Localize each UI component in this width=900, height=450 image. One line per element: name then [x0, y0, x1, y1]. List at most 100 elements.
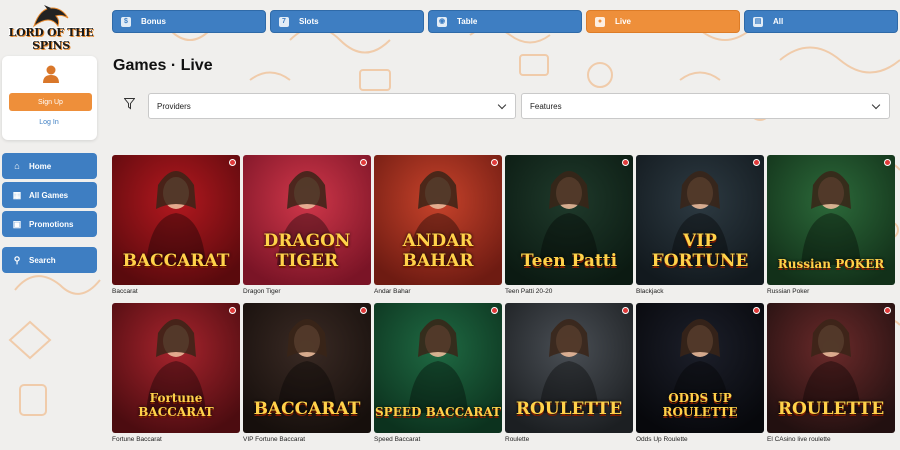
tab-table[interactable]: ◉ Table	[428, 10, 582, 33]
tab-slots[interactable]: 7 Slots	[270, 10, 424, 33]
game-tile[interactable]: BACCARAT VIP Fortune Baccarat	[243, 303, 371, 443]
logo-text: LORD OF THE SPINS	[8, 26, 94, 52]
live-indicator-icon	[622, 307, 629, 314]
game-art-title: Teen Patti	[520, 251, 618, 271]
game-art-title: DRAGON TIGER	[263, 231, 351, 271]
game-art-title: BACCARAT	[122, 251, 230, 271]
game-thumbnail[interactable]: Teen Patti	[505, 155, 633, 285]
sidebar-item-search[interactable]: ⚲ Search	[2, 247, 97, 273]
tab-label: Live	[615, 17, 632, 26]
game-art-title: ROULETTE	[777, 399, 885, 419]
game-thumbnail[interactable]: DRAGON TIGER	[243, 155, 371, 285]
features-select[interactable]: Features	[521, 93, 890, 119]
game-tile[interactable]: SPEED BACCARAT Speed Baccarat	[374, 303, 502, 443]
features-select-label: Features	[530, 101, 562, 111]
live-indicator-icon	[622, 159, 629, 166]
providers-select[interactable]: Providers	[148, 93, 516, 119]
signup-button[interactable]: Sign Up	[9, 93, 92, 111]
tab-label: Slots	[299, 17, 319, 26]
game-tile[interactable]: Fortune BACCARAT Fortune Baccarat	[112, 303, 240, 443]
site-logo[interactable]: LORD OF THE SPINS	[4, 4, 98, 52]
filter-icon[interactable]	[124, 98, 135, 110]
all-icon: ▤	[753, 16, 763, 27]
live-indicator-icon	[753, 159, 760, 166]
user-card: Sign Up	[2, 56, 97, 140]
game-art-title: BACCARAT	[253, 399, 361, 419]
game-name[interactable]: El CAsino live roulette	[767, 436, 895, 443]
live-indicator-icon	[491, 159, 498, 166]
game-thumbnail[interactable]: SPEED BACCARAT	[374, 303, 502, 433]
live-indicator-icon	[753, 307, 760, 314]
chevron-down-icon	[497, 100, 507, 110]
game-tile[interactable]: BACCARAT Baccarat	[112, 155, 240, 295]
game-art-title: SPEED BACCARAT	[375, 405, 501, 419]
game-thumbnail[interactable]: ROULETTE	[505, 303, 633, 433]
sidebar-item-all-games[interactable]: ▦ All Games	[2, 182, 97, 208]
search-icon: ⚲	[13, 254, 21, 265]
game-tile[interactable]: ROULETTE El CAsino live roulette	[767, 303, 895, 443]
game-tile[interactable]: ROULETTE Roulette	[505, 303, 633, 443]
game-art-title: VIP FORTUNE	[651, 231, 749, 271]
game-thumbnail[interactable]: ROULETTE	[767, 303, 895, 433]
game-thumbnail[interactable]: Fortune BACCARAT	[112, 303, 240, 433]
category-nav: $ Bonus 7 Slots ◉ Table ● Live ▤ All	[112, 10, 898, 33]
game-name[interactable]: Speed Baccarat	[374, 436, 502, 443]
game-name[interactable]: Baccarat	[112, 288, 240, 295]
table-icon: ◉	[437, 16, 447, 27]
game-name[interactable]: Fortune Baccarat	[112, 436, 240, 443]
game-name[interactable]: Blackjack	[636, 288, 764, 295]
tab-label: Table	[457, 17, 478, 26]
sidebar-item-label: Search	[29, 255, 56, 265]
live-indicator-icon	[884, 159, 891, 166]
login-link[interactable]: Log In	[0, 119, 98, 126]
page-title: Games · Live	[113, 57, 213, 74]
live-indicator-icon	[360, 307, 367, 314]
sidebar-item-home[interactable]: ⌂ Home	[2, 153, 97, 179]
slots-icon: 7	[279, 16, 289, 27]
game-thumbnail[interactable]: ANDAR BAHAR	[374, 155, 502, 285]
game-thumbnail[interactable]: VIP FORTUNE	[636, 155, 764, 285]
game-art-title: Fortune BACCARAT	[138, 391, 214, 419]
game-name[interactable]: Dragon Tiger	[243, 288, 371, 295]
game-name[interactable]: Teen Patti 20-20	[505, 288, 633, 295]
user-avatar-icon	[43, 65, 59, 83]
game-art-title: ROULETTE	[515, 399, 623, 419]
gift-icon: ▣	[12, 218, 22, 229]
game-tile[interactable]: Russian POKER Russian Poker	[767, 155, 895, 295]
game-art-title: Russian POKER	[777, 257, 885, 271]
game-thumbnail[interactable]: Russian POKER	[767, 155, 895, 285]
tab-bonus[interactable]: $ Bonus	[112, 10, 266, 33]
game-thumbnail[interactable]: BACCARAT	[243, 303, 371, 433]
providers-select-label: Providers	[157, 101, 191, 111]
game-thumbnail[interactable]: BACCARAT	[112, 155, 240, 285]
live-indicator-icon	[229, 159, 236, 166]
game-thumbnail[interactable]: ODDS UP ROULETTE	[636, 303, 764, 433]
game-tile[interactable]: VIP FORTUNE Blackjack	[636, 155, 764, 295]
bonus-icon: $	[121, 16, 131, 27]
sidebar-item-promotions[interactable]: ▣ Promotions	[2, 211, 97, 237]
live-indicator-icon	[229, 307, 236, 314]
sidebar-item-label: All Games	[29, 190, 69, 200]
live-indicator-icon	[360, 159, 367, 166]
game-name[interactable]: Roulette	[505, 436, 633, 443]
home-icon: ⌂	[14, 161, 20, 171]
live-indicator-icon	[491, 307, 498, 314]
tab-live[interactable]: ● Live	[586, 10, 740, 33]
live-indicator-icon	[884, 307, 891, 314]
tab-all[interactable]: ▤ All	[744, 10, 898, 33]
game-art-title: ANDAR BAHAR	[402, 231, 474, 271]
game-art-title: ODDS UP ROULETTE	[662, 391, 738, 419]
tab-label: Bonus	[141, 17, 166, 26]
game-name[interactable]: VIP Fortune Baccarat	[243, 436, 371, 443]
sidebar-item-label: Promotions	[29, 219, 74, 229]
game-tile[interactable]: ODDS UP ROULETTE Odds Up Roulette	[636, 303, 764, 443]
game-name[interactable]: Odds Up Roulette	[636, 436, 764, 443]
game-tile[interactable]: DRAGON TIGER Dragon Tiger	[243, 155, 371, 295]
all-games-icon: ▦	[12, 189, 22, 200]
tab-label: All	[773, 17, 784, 26]
game-tile[interactable]: Teen Patti Teen Patti 20-20	[505, 155, 633, 295]
game-name[interactable]: Andar Bahar	[374, 288, 502, 295]
live-icon: ●	[595, 16, 605, 27]
game-tile[interactable]: ANDAR BAHAR Andar Bahar	[374, 155, 502, 295]
game-name[interactable]: Russian Poker	[767, 288, 895, 295]
